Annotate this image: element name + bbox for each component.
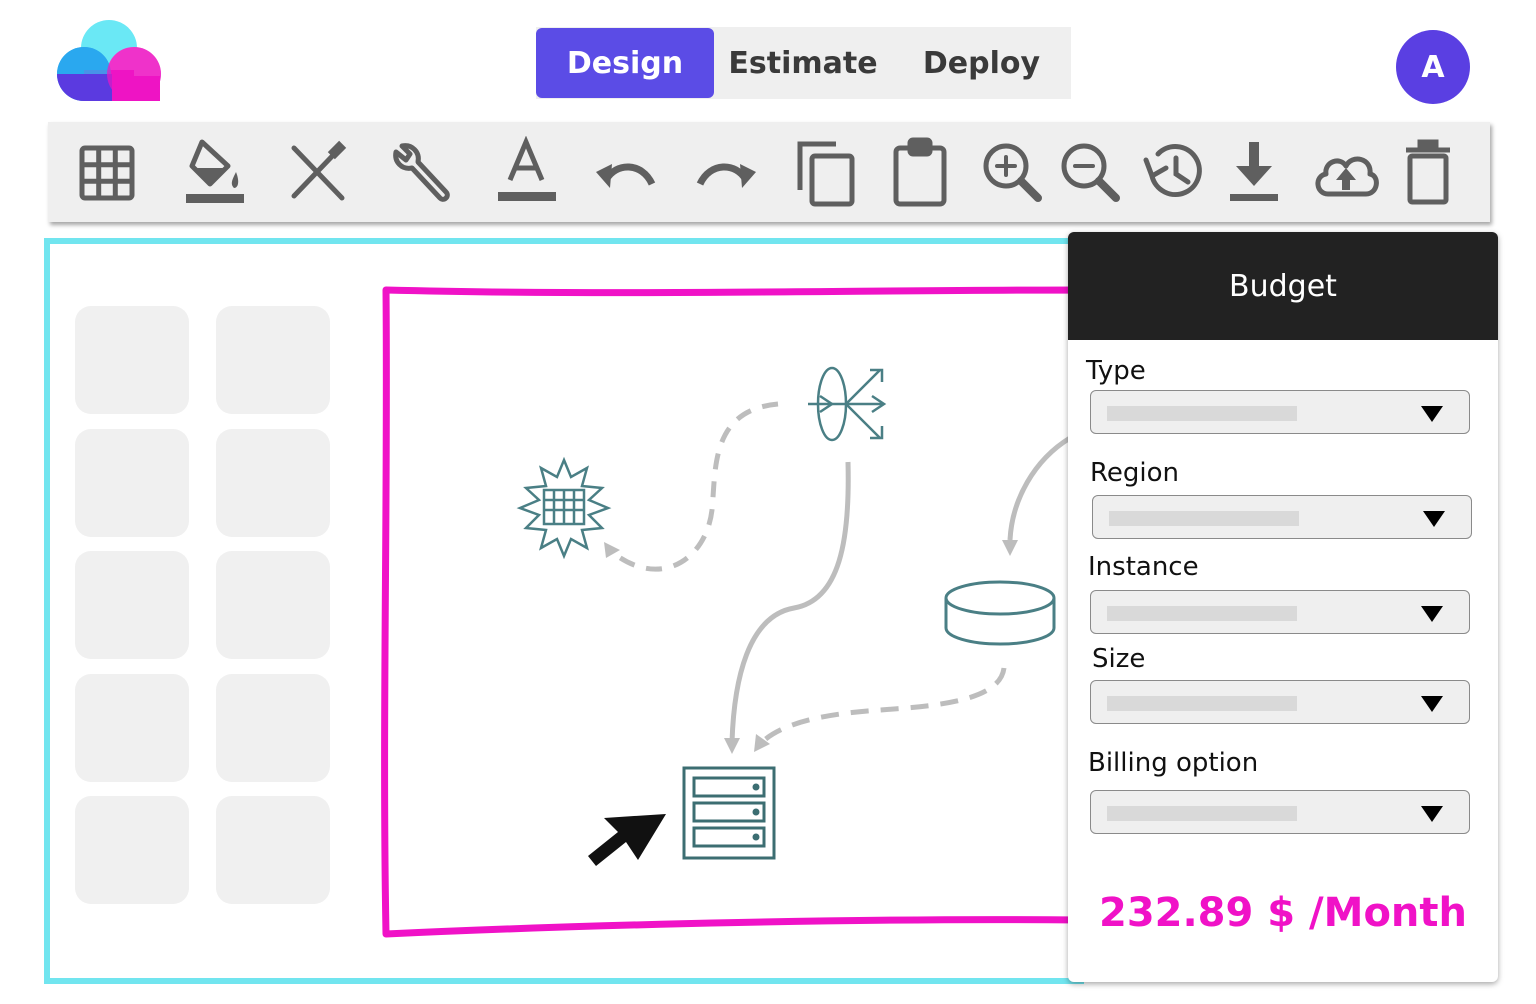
palette-tile[interactable]: [75, 306, 189, 414]
undo-icon: [596, 163, 656, 188]
fill-bucket-icon: [186, 139, 244, 203]
tab-deploy[interactable]: Deploy: [892, 28, 1071, 98]
palette-tile[interactable]: [216, 796, 330, 904]
grid-button[interactable]: [70, 134, 146, 210]
chevron-down-icon: [1423, 511, 1445, 527]
palette-tile[interactable]: [75, 429, 189, 537]
region-select[interactable]: [1092, 495, 1472, 539]
tab-design[interactable]: Design: [536, 28, 714, 98]
select-placeholder: [1109, 511, 1299, 526]
select-placeholder: [1107, 696, 1297, 711]
zoom-out-icon: [1061, 143, 1120, 202]
zoom-out-button[interactable]: [1052, 134, 1128, 210]
upload-button[interactable]: [1308, 134, 1384, 210]
chevron-down-icon: [1421, 696, 1443, 712]
instance-select[interactable]: [1090, 590, 1470, 634]
select-placeholder: [1107, 606, 1297, 621]
region-label: Region: [1090, 458, 1180, 488]
type-label: Type: [1086, 356, 1146, 386]
download-button[interactable]: [1216, 134, 1292, 210]
budget-panel: Budget Type Region Instance Size Billing…: [1068, 232, 1498, 982]
workspace: [44, 238, 1084, 984]
billing-option-select[interactable]: [1090, 790, 1470, 834]
copy-button[interactable]: [786, 134, 862, 210]
mode-tabs: Design Estimate Deploy: [536, 27, 1071, 99]
trash-icon: [1406, 139, 1450, 205]
zoom-in-icon: [983, 143, 1042, 202]
chevron-down-icon: [1421, 806, 1443, 822]
download-icon: [1230, 142, 1278, 201]
redo-icon: [696, 163, 756, 188]
palette-tile[interactable]: [75, 796, 189, 904]
fill-button[interactable]: [176, 134, 252, 210]
undo-button[interactable]: [588, 134, 664, 210]
palette-tile[interactable]: [216, 306, 330, 414]
size-label: Size: [1092, 644, 1146, 674]
size-select[interactable]: [1090, 680, 1470, 724]
wrench-icon: [393, 143, 450, 202]
select-placeholder: [1107, 806, 1297, 821]
cloud-upload-icon: [1315, 156, 1379, 197]
tab-estimate[interactable]: Estimate: [714, 28, 892, 98]
chevron-down-icon: [1421, 606, 1443, 622]
billing-option-label: Billing option: [1088, 748, 1259, 778]
redo-button[interactable]: [688, 134, 764, 210]
toolbar: [48, 122, 1490, 222]
paste-button[interactable]: [882, 134, 958, 210]
zoom-in-button[interactable]: [974, 134, 1050, 210]
palette-tile[interactable]: [216, 551, 330, 659]
delete-button[interactable]: [1390, 134, 1466, 210]
palette-tile[interactable]: [75, 551, 189, 659]
wrench-button[interactable]: [382, 134, 458, 210]
palette-tile[interactable]: [75, 674, 189, 782]
text-color-icon: [498, 136, 556, 201]
text-color-button[interactable]: [488, 134, 564, 210]
logo-icon: [57, 20, 161, 101]
history-icon: [1143, 144, 1202, 198]
select-placeholder: [1107, 406, 1297, 421]
tools-button[interactable]: [280, 134, 356, 210]
monthly-price: 232.89 $ /Month: [1098, 890, 1467, 936]
avatar[interactable]: A: [1396, 30, 1470, 104]
copy-icon: [797, 141, 855, 207]
tools-icon: [291, 140, 347, 201]
chevron-down-icon: [1421, 406, 1443, 422]
history-button[interactable]: [1136, 134, 1212, 210]
palette-tile[interactable]: [216, 674, 330, 782]
grid-icon: [79, 145, 135, 201]
type-select[interactable]: [1090, 390, 1470, 434]
paste-icon: [893, 137, 947, 207]
palette-tile[interactable]: [216, 429, 330, 537]
budget-title: Budget: [1068, 232, 1498, 340]
instance-label: Instance: [1088, 552, 1199, 582]
